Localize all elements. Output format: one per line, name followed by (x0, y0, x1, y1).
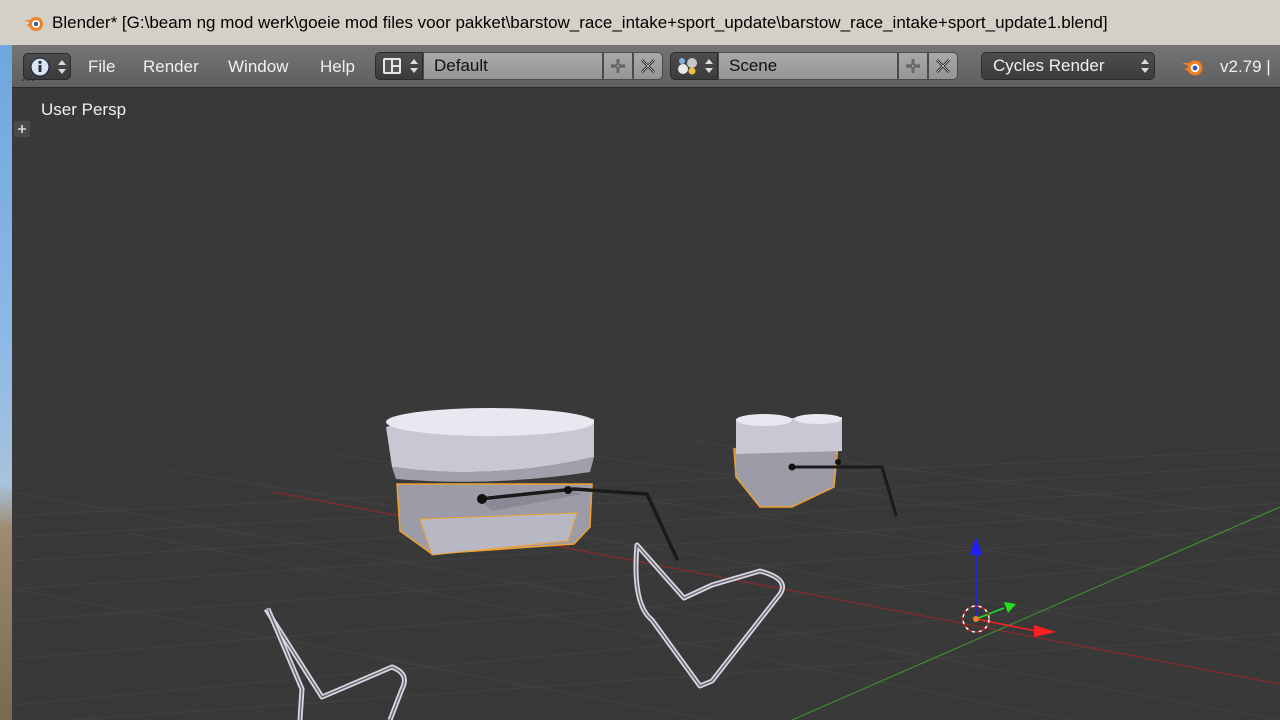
add-screen-layout-button[interactable] (603, 52, 633, 80)
remove-screen-layout-button[interactable] (633, 52, 663, 80)
plus-icon (18, 125, 26, 133)
blender-logo-icon (24, 16, 43, 31)
mesh-air-filter-large[interactable] (386, 408, 785, 689)
menu-render[interactable]: Render (143, 57, 199, 77)
render-engine-dropdown[interactable]: Cycles Render (981, 52, 1155, 80)
scene-browse-button[interactable] (670, 52, 718, 80)
scene-name: Scene (729, 56, 778, 75)
blender-logo-icon (1182, 60, 1203, 76)
updown-arrows-icon (410, 59, 418, 73)
render-engine-label: Cycles Render (993, 56, 1105, 75)
menu-window[interactable]: Window (228, 57, 288, 77)
blender-info-header: File Render Window Help Default Scene Cy… (12, 45, 1280, 88)
menu-help[interactable]: Help (320, 57, 355, 77)
add-scene-button[interactable] (898, 52, 928, 80)
updown-arrows-icon (1141, 59, 1149, 73)
updown-arrows-icon (58, 60, 66, 74)
screen-layout-browse-button[interactable] (375, 52, 423, 80)
window-titlebar: Blender* [G:\beam ng mod werk\goeie mod … (0, 0, 1280, 45)
screen-layout-name: Default (434, 56, 488, 75)
screen-layout-name-field[interactable]: Default (423, 52, 603, 80)
menu-file[interactable]: File (88, 57, 115, 77)
blender-version: v2.79 | (1220, 57, 1271, 76)
updown-arrows-icon (705, 59, 713, 73)
close-icon (936, 59, 950, 73)
mesh-intake-pipe[interactable] (263, 607, 407, 720)
viewport-scene[interactable] (12, 89, 1280, 720)
desktop-background (0, 45, 12, 720)
y-axis-line (791, 506, 1280, 720)
tool-shelf-toggle[interactable] (14, 121, 30, 137)
scene-icon (678, 58, 697, 75)
editor-type-button[interactable] (23, 53, 71, 80)
plus-icon (906, 59, 920, 73)
info-icon (30, 56, 50, 77)
plus-icon (611, 59, 625, 73)
scene-name-field[interactable]: Scene (718, 52, 898, 80)
floor-grid (12, 440, 1280, 720)
remove-scene-button[interactable] (928, 52, 958, 80)
window-title: Blender* [G:\beam ng mod werk\goeie mod … (52, 12, 1108, 32)
view-perspective-label: User Persp (41, 100, 127, 119)
3d-viewport[interactable]: User Persp (12, 89, 1280, 720)
close-icon (641, 59, 655, 73)
screen-layout-icon (383, 58, 401, 74)
transform-manipulator[interactable] (970, 537, 1056, 637)
